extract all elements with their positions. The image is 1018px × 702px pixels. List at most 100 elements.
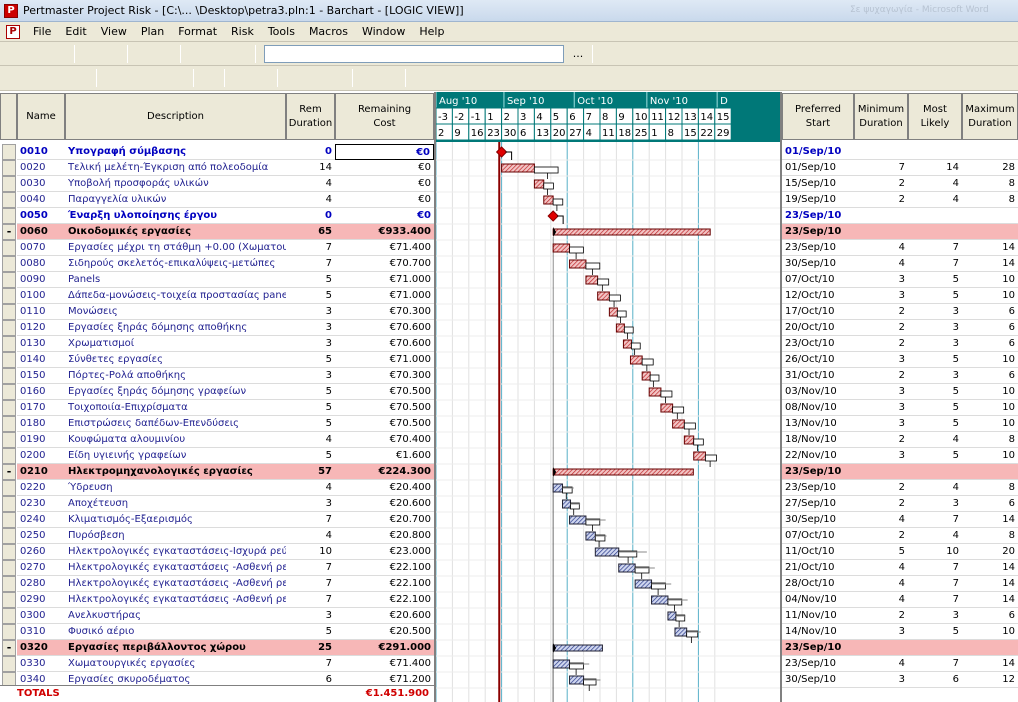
table-row[interactable]: 23/Oct/10 2 3 6 [782, 336, 1018, 352]
table-row[interactable]: 0120 Εργασίες ξηράς δόμησης αποθήκης 3 €70.… [0, 320, 434, 336]
row-selector[interactable]: - [2, 224, 16, 240]
activity-description[interactable]: Κουφώματα αλουμινίου [65, 432, 286, 448]
activity-name[interactable]: 0330 [17, 656, 65, 672]
row-selector-header[interactable] [0, 93, 17, 140]
activity-name[interactable]: 0290 [17, 592, 65, 608]
filter-icon[interactable]: filter-icon [283, 68, 303, 88]
row-selector[interactable] [2, 176, 16, 192]
minimum-duration-cell[interactable] [854, 464, 908, 480]
paste-icon[interactable]: paste-icon [230, 44, 250, 64]
rem-duration-cell[interactable]: 5 [286, 288, 335, 304]
rem-duration-cell[interactable]: 5 [286, 416, 335, 432]
preferred-start-cell[interactable]: 08/Nov/10 [782, 400, 854, 416]
remaining-cost-cell[interactable]: €0 [335, 208, 434, 224]
row-selector[interactable] [2, 256, 16, 272]
remaining-cost-cell[interactable]: €20.700 [335, 512, 434, 528]
filter-custom-icon[interactable]: filter-custom-icon [305, 68, 325, 88]
minimum-duration-cell[interactable]: 4 [854, 576, 908, 592]
row-selector[interactable] [2, 160, 16, 176]
row-selector[interactable] [2, 240, 16, 256]
preferred-start-cell[interactable]: 23/Oct/10 [782, 336, 854, 352]
most-likely-cell[interactable]: 4 [908, 432, 962, 448]
rem-duration-cell[interactable]: 5 [286, 624, 335, 640]
maximum-duration-cell[interactable]: 8 [962, 192, 1018, 208]
print-preview-icon[interactable]: print-preview-icon [102, 44, 122, 64]
note-icon[interactable]: note-icon [199, 68, 219, 88]
save-icon[interactable]: save-icon [49, 44, 69, 64]
remaining-cost-cell[interactable]: €20.400 [335, 480, 434, 496]
rem-duration-cell[interactable]: 5 [286, 400, 335, 416]
row-selector[interactable]: - [2, 640, 16, 656]
table-row[interactable]: 23/Sep/10 2 4 8 [782, 480, 1018, 496]
link-icon[interactable]: link-icon [5, 68, 25, 88]
maximum-duration-cell[interactable] [962, 144, 1018, 160]
row-selector[interactable] [2, 384, 16, 400]
table-row[interactable]: 0310 Φυσικό αέριο 5 €20.500 [0, 624, 434, 640]
minimum-duration-cell[interactable]: 4 [854, 560, 908, 576]
remaining-cost-column-header[interactable]: Remaining Cost [335, 93, 434, 140]
minimum-duration-cell[interactable]: 3 [854, 352, 908, 368]
preferred-start-cell[interactable]: 17/Oct/10 [782, 304, 854, 320]
rem-duration-cell[interactable]: 4 [286, 480, 335, 496]
remaining-cost-cell[interactable]: €20.600 [335, 608, 434, 624]
document-icon[interactable]: P [6, 24, 20, 39]
minimum-duration-cell[interactable]: 4 [854, 240, 908, 256]
activity-name[interactable]: 0310 [17, 624, 65, 640]
remaining-cost-cell[interactable]: €71.000 [335, 272, 434, 288]
remaining-cost-cell[interactable]: €70.600 [335, 320, 434, 336]
minimum-duration-cell[interactable]: 3 [854, 384, 908, 400]
table-row[interactable]: 0010 Υπογραφή σύμβασης 0 €0 [0, 144, 434, 160]
maximum-duration-cell[interactable]: 14 [962, 240, 1018, 256]
minimum-duration-cell[interactable]: 3 [854, 624, 908, 640]
most-likely-cell[interactable]: 3 [908, 496, 962, 512]
remaining-cost-cell[interactable]: €70.300 [335, 304, 434, 320]
activity-name[interactable]: 0210 [17, 464, 65, 480]
table-row[interactable]: 27/Sep/10 2 3 6 [782, 496, 1018, 512]
activity-name[interactable]: 0220 [17, 480, 65, 496]
expand-icon[interactable]: expand-icon [730, 44, 750, 64]
minimum-duration-cell[interactable] [854, 224, 908, 240]
table-row[interactable]: 23/Sep/10 [782, 208, 1018, 224]
rem-duration-cell[interactable]: 4 [286, 528, 335, 544]
remaining-cost-cell[interactable]: €70.400 [335, 432, 434, 448]
preferred-start-cell[interactable]: 23/Sep/10 [782, 240, 854, 256]
table-row[interactable]: 28/Oct/10 4 7 14 [782, 576, 1018, 592]
activity-name[interactable]: 0160 [17, 384, 65, 400]
rem-duration-cell[interactable]: 7 [286, 560, 335, 576]
activity-name[interactable]: 0030 [17, 176, 65, 192]
activity-description[interactable]: Εργασίες περιβάλλοντος χώρου [65, 640, 286, 656]
table-row[interactable]: 0090 Panels 5 €71.000 [0, 272, 434, 288]
maximum-duration-cell[interactable]: 6 [962, 608, 1018, 624]
table-row[interactable]: 07/Oct/10 2 4 8 [782, 528, 1018, 544]
most-likely-cell[interactable]: 5 [908, 416, 962, 432]
remaining-cost-cell[interactable]: €70.500 [335, 400, 434, 416]
table-row[interactable]: 0130 Χρωματισμοί 3 €70.600 [0, 336, 434, 352]
minimum-duration-cell[interactable]: 2 [854, 368, 908, 384]
table-row[interactable]: 13/Nov/10 3 5 10 [782, 416, 1018, 432]
activity-name[interactable]: 0080 [17, 256, 65, 272]
activity-description[interactable]: Παραγγελία υλικών [65, 192, 286, 208]
table-row[interactable]: 0190 Κουφώματα αλουμινίου 4 €70.400 [0, 432, 434, 448]
maximum-duration-cell[interactable]: 8 [962, 176, 1018, 192]
remaining-cost-cell[interactable]: €933.400 [335, 224, 434, 240]
table-row[interactable]: 0150 Πόρτες-Ρολά αποθήκης 3 €70.300 [0, 368, 434, 384]
rem-duration-cell[interactable]: 5 [286, 352, 335, 368]
most-likely-cell[interactable] [908, 464, 962, 480]
table-row[interactable]: 0280 Ηλεκτρολογικές εγκαταστάσεις -Ασθενή… [0, 576, 434, 592]
minimum-duration-cell[interactable]: 3 [854, 416, 908, 432]
remaining-cost-cell[interactable]: €70.500 [335, 384, 434, 400]
rem-duration-cell[interactable]: 10 [286, 544, 335, 560]
remaining-cost-cell[interactable]: €22.100 [335, 576, 434, 592]
minimum-duration-cell[interactable]: 4 [854, 592, 908, 608]
minimum-duration-cell[interactable] [854, 640, 908, 656]
preferred-start-column-header[interactable]: Preferred Start [782, 93, 854, 140]
histogram-icon[interactable]: histogram-icon [433, 68, 453, 88]
table-row[interactable]: 30/Sep/10 4 7 14 [782, 512, 1018, 528]
risk-icon[interactable]: risk-icon [543, 68, 563, 88]
activity-description[interactable]: Δάπεδα-μονώσεις-τοιχεία προστασίας panel [65, 288, 286, 304]
activity-description[interactable]: Υποβολή προσφοράς υλικών [65, 176, 286, 192]
preferred-start-cell[interactable]: 23/Sep/10 [782, 656, 854, 672]
preferred-start-cell[interactable]: 31/Oct/10 [782, 368, 854, 384]
rem-duration-cell[interactable]: 57 [286, 464, 335, 480]
activity-description[interactable]: Πυρόσβεση [65, 528, 286, 544]
